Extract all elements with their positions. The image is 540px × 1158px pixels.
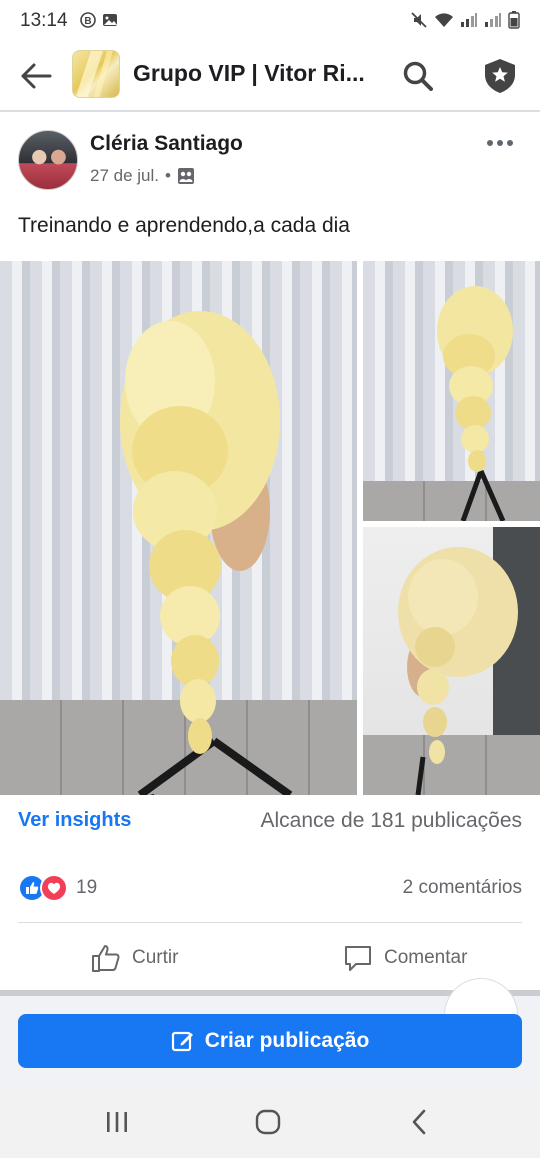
app-header: Grupo VIP | Vitor Ri...	[0, 40, 540, 112]
comments-count[interactable]: 2 comentários	[403, 877, 522, 899]
signal-icon	[485, 13, 501, 27]
comment-label: Comentar	[384, 947, 468, 968]
gallery-icon	[102, 12, 118, 28]
recent-apps-icon	[107, 1112, 127, 1132]
comment-bubble-icon	[345, 946, 371, 971]
group-icon	[177, 168, 194, 184]
status-bar: 13:14 B	[0, 0, 540, 40]
author-avatar[interactable]	[18, 130, 78, 190]
svg-text:B: B	[84, 16, 91, 27]
signal-icon	[461, 13, 477, 27]
home-icon	[255, 1109, 281, 1135]
mute-icon	[411, 12, 427, 28]
reactions-summary[interactable]: 19	[18, 874, 97, 902]
wifi-icon	[435, 13, 453, 27]
like-label: Curtir	[132, 947, 179, 968]
status-icons	[410, 10, 520, 30]
post-options-button[interactable]	[478, 128, 522, 158]
thumbs-up-icon	[92, 945, 120, 972]
group-title[interactable]: Grupo VIP | Vitor Ri...	[133, 60, 383, 87]
post-date[interactable]: 27 de jul.	[90, 166, 159, 186]
floating-scroll-button[interactable]	[444, 978, 518, 1018]
create-post-label: Criar publicação	[204, 1029, 370, 1052]
home-button[interactable]	[238, 1098, 298, 1146]
edit-icon	[171, 1031, 193, 1052]
group-cover-thumbnail[interactable]	[72, 50, 120, 98]
braid-photo-main[interactable]	[0, 261, 357, 795]
status-time: 13:14	[20, 10, 68, 31]
search-button[interactable]	[396, 54, 440, 98]
create-post-button[interactable]: Criar publicação	[18, 1014, 522, 1068]
post-author[interactable]: Cléria Santiago	[90, 132, 243, 156]
admin-badge-icon	[485, 59, 515, 93]
system-nav-bar	[0, 1086, 540, 1158]
post-reach: Alcance de 181 publicações	[260, 809, 522, 832]
like-button[interactable]: Curtir	[90, 938, 178, 978]
back-arrow-icon	[21, 63, 52, 89]
back-icon	[412, 1109, 426, 1135]
b-circle-icon: B	[80, 12, 96, 28]
search-icon	[403, 61, 433, 91]
nav-back-button[interactable]	[390, 1098, 450, 1146]
divider	[18, 922, 522, 923]
love-reaction-icon	[40, 874, 68, 902]
post-meta: 27 de jul. •	[90, 166, 195, 186]
back-button[interactable]	[14, 54, 58, 98]
post-text: Treinando e aprendendo,a cada dia	[18, 214, 350, 237]
more-dots-icon	[487, 140, 493, 146]
view-insights-link[interactable]: Ver insights	[18, 809, 131, 832]
meta-separator: •	[165, 166, 171, 185]
braid-photo-top-right[interactable]	[363, 261, 540, 521]
reaction-count: 19	[76, 877, 98, 898]
braid-photo-bottom-right[interactable]	[363, 527, 540, 795]
recent-apps-button[interactable]	[87, 1098, 147, 1146]
battery-icon	[508, 11, 520, 29]
comment-button[interactable]: Comentar	[342, 938, 467, 978]
admin-badge-button[interactable]	[478, 54, 522, 98]
